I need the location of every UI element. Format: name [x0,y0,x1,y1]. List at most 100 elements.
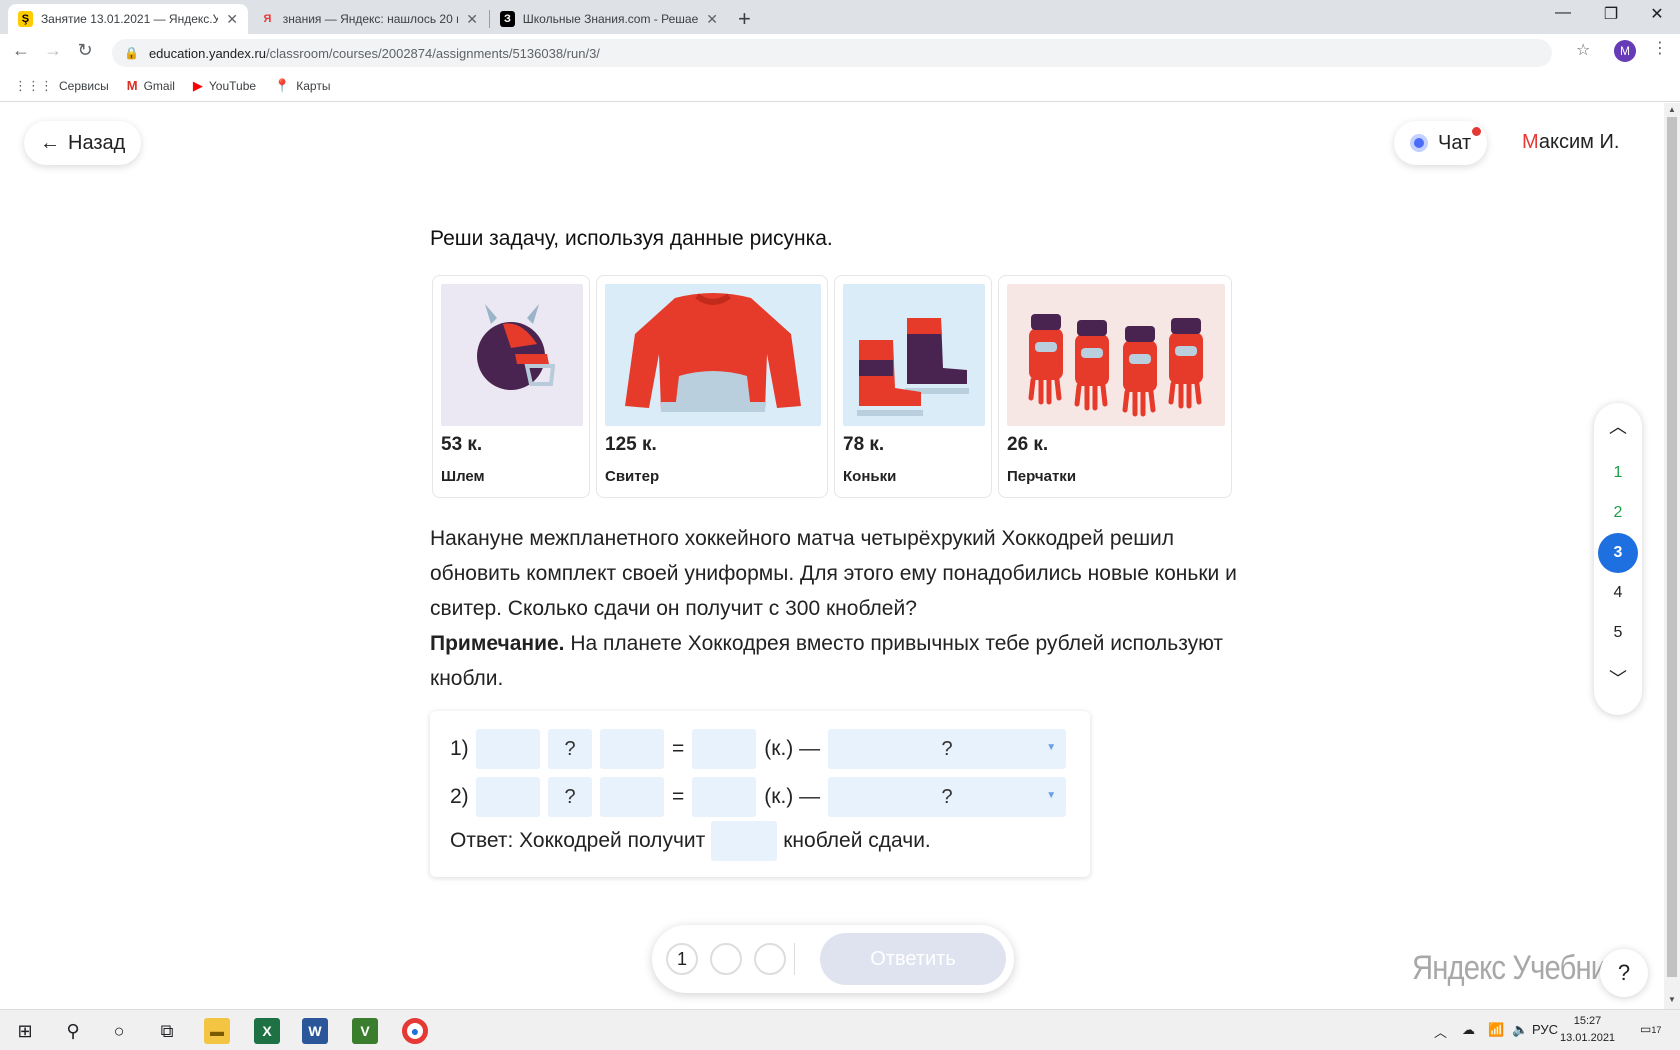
bookmark-services[interactable]: ⋮⋮⋮ Сервисы [14,78,109,94]
chevron-down-icon[interactable]: ﹀ [1594,665,1642,691]
new-tab-button[interactable]: + [738,6,751,32]
profile-avatar[interactable]: M [1614,40,1636,62]
item-card-helmet: 53 к. Шлем [432,275,590,498]
help-button[interactable]: ? [1600,949,1648,997]
problem-body: Накануне межпланетного хоккейного матча … [430,527,1237,620]
attempt-1: 1 [666,943,698,975]
restore-icon[interactable]: ❐ [1588,4,1634,24]
row-number: 1) [450,737,469,760]
search-icon[interactable]: ⚲ [60,1018,86,1044]
item-name: Коньки [843,468,897,485]
notification-count: 17 [1651,1025,1662,1035]
operator-select[interactable]: ? [548,777,592,817]
submit-button[interactable]: Ответить [820,933,1006,985]
task-nav-item-1[interactable]: 1 [1598,453,1638,493]
result-input[interactable] [692,729,757,769]
znanija-icon: З [500,11,515,27]
final-answer-input[interactable] [711,821,778,861]
attempts-bar: 1 Ответить [652,925,1014,993]
page-scrollbar[interactable]: ▲ ▼ [1664,103,1680,1009]
dropdown-caret-icon: ▼ [1046,742,1057,753]
maps-icon: 📍 [274,77,291,93]
gloves-image [1007,284,1225,426]
scroll-down-icon[interactable]: ▼ [1664,995,1680,1004]
scroll-up-icon[interactable]: ▲ [1664,105,1680,114]
bookmark-gmail[interactable]: M Gmail [127,78,175,93]
item-card-sweater: 125 к. Свитер [596,275,828,498]
windows-start-icon[interactable]: ⊞ [12,1018,38,1044]
language-indicator[interactable]: РУС [1532,1022,1558,1037]
task-title: Реши задачу, используя данные рисунка. [430,227,833,250]
tab-znanija[interactable]: З Школьные Знания.com - Решае ✕ [490,4,728,34]
item-price: 125 к. [605,434,657,455]
task-nav-item-2[interactable]: 2 [1598,493,1638,533]
close-tab-icon[interactable]: ✕ [226,11,238,28]
note-label: Примечание. [430,632,565,655]
excel-icon[interactable]: X [254,1018,280,1044]
reload-icon[interactable]: ↻ [72,40,98,61]
item-price: 26 к. [1007,434,1049,455]
meaning-select[interactable]: ? ▼ [828,777,1067,817]
address-bar[interactable]: 🔒 education.yandex.ru/classroom/courses/… [112,39,1552,67]
onedrive-icon[interactable]: ☁ [1462,1022,1475,1038]
bookmark-maps[interactable]: 📍 Карты [274,78,330,94]
close-window-icon[interactable]: ✕ [1634,4,1680,24]
operator-select[interactable]: ? [548,729,592,769]
task-nav-item-5[interactable]: 5 [1598,613,1638,653]
helmet-image [441,284,583,426]
chevron-up-icon[interactable]: ︿ [1594,413,1642,439]
apps-grid-icon: ⋮⋮⋮ [14,77,53,93]
task-nav-item-3[interactable]: 3 [1598,533,1638,573]
lock-icon: 🔒 [124,46,139,60]
back-label: Назад [68,131,126,154]
operand-input-2[interactable] [600,777,664,817]
volume-icon[interactable]: 🔈 [1512,1022,1528,1038]
windows-taskbar: ⊞ ⚲ ○ ⧉ ▬ X W V ● ︿ ☁ 📶 🔈 РУС 15:27 13.0… [0,1009,1680,1050]
file-explorer-icon[interactable]: ▬ [204,1018,230,1044]
result-input[interactable] [692,777,757,817]
gmail-icon: M [126,78,138,93]
yandex-uchebnik-logo: Яндекс Учебник [1412,949,1619,987]
bookmarks-bar: ⋮⋮⋮ Сервисы M Gmail ▶ YouTube 📍 Карты [0,70,1680,102]
row-number: 2) [450,785,469,808]
word-icon[interactable]: W [302,1018,328,1044]
attempt-3 [754,943,786,975]
vim-icon[interactable]: V [352,1018,378,1044]
notifications-icon[interactable]: ▭17 [1640,1022,1661,1036]
browser-toolbar: ← → ↻ 🔒 education.yandex.ru/classroom/co… [0,34,1680,70]
operand-input-2[interactable] [600,729,664,769]
system-clock[interactable]: 15:27 13.01.2021 [1560,1013,1615,1047]
tray-expand-icon[interactable]: ︿ [1434,1022,1447,1041]
user-name[interactable]: Максим И. [1522,131,1619,154]
user-name-rest: аксим И. [1538,131,1620,153]
equation-row-1: 1) ? = (к.) — ? ▼ [450,729,1067,769]
clock-date: 13.01.2021 [1560,1032,1616,1044]
bookmark-label: Gmail [143,78,175,93]
close-tab-icon[interactable]: ✕ [706,11,718,28]
item-name: Перчатки [1007,468,1077,485]
forward-arrow-icon[interactable]: → [40,40,66,61]
answer-suffix: кноблей сдачи. [783,829,931,852]
answer-form: 1) ? = (к.) — ? ▼ 2) ? = (к.) — ? ▼ Ответ:… [430,711,1090,877]
cortana-icon[interactable]: ○ [106,1018,132,1044]
scroll-thumb[interactable] [1667,117,1677,977]
chrome-icon[interactable]: ● [402,1018,428,1044]
operand-input-1[interactable] [476,729,540,769]
tab-yandex-search[interactable]: Я знания — Яндекс: нашлось 20 м ✕ [250,4,488,34]
task-nav-item-4[interactable]: 4 [1598,573,1638,613]
close-tab-icon[interactable]: ✕ [466,11,478,28]
meaning-select[interactable]: ? ▼ [828,729,1067,769]
bookmark-youtube[interactable]: ▶ YouTube [193,78,256,94]
chat-button[interactable]: Чат [1394,121,1488,165]
yandex-uchebnik-icon: Ş [18,11,33,27]
operand-input-1[interactable] [476,777,540,817]
back-button[interactable]: ← Назад [24,121,142,165]
task-view-icon[interactable]: ⧉ [154,1018,180,1044]
back-arrow-icon[interactable]: ← [8,40,34,61]
minimize-icon[interactable]: — [1540,4,1586,22]
wifi-icon[interactable]: 📶 [1488,1022,1504,1038]
unit-label: (к.) — [764,737,821,760]
browser-menu-icon[interactable]: ⋮ [1652,38,1668,58]
bookmark-star-icon[interactable]: ☆ [1576,40,1590,60]
tab-yandex-lesson[interactable]: Ş Занятие 13.01.2021 — Яндекс.Уч ✕ [8,4,248,34]
